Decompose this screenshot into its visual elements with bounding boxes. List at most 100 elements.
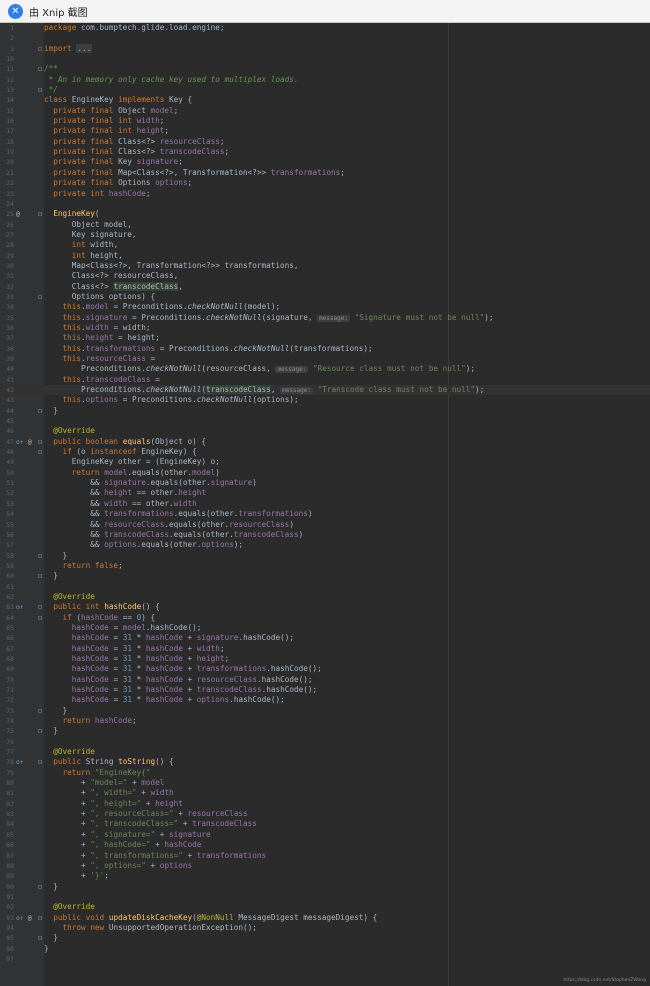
code-line[interactable]: 30 Map<Class<?>, Transformation<?>> tran… bbox=[0, 261, 650, 271]
code-text[interactable]: } bbox=[44, 882, 58, 892]
code-line[interactable]: 36 this.width = width; bbox=[0, 323, 650, 333]
code-text[interactable]: EngineKey( bbox=[44, 209, 99, 219]
code-text[interactable]: private final Class<?> transcodeClass; bbox=[44, 147, 229, 157]
code-text[interactable]: private final Object model; bbox=[44, 106, 178, 116]
code-line[interactable]: 74 return hashCode; bbox=[0, 716, 650, 726]
code-line[interactable]: 19 private final Class<?> transcodeClass… bbox=[0, 147, 650, 157]
code-line[interactable]: 40 Preconditions.checkNotNull(resourceCl… bbox=[0, 364, 650, 374]
code-line[interactable]: 25 @ EngineKey( bbox=[0, 209, 650, 219]
code-line[interactable]: 86 + ", hashCode=" + hashCode bbox=[0, 840, 650, 850]
code-line[interactable]: 87 + ", transformations=" + transformati… bbox=[0, 851, 650, 861]
code-line[interactable]: 11 /** bbox=[0, 64, 650, 74]
code-text[interactable]: Object model, bbox=[44, 220, 132, 230]
code-text[interactable]: EngineKey other = (EngineKey) o; bbox=[44, 457, 220, 467]
code-text[interactable]: + ", height=" + height bbox=[44, 799, 183, 809]
code-text[interactable]: hashCode = 31 * hashCode + transformatio… bbox=[44, 664, 322, 674]
code-line[interactable]: 15 private final Object model; bbox=[0, 106, 650, 116]
code-line[interactable]: 49 EngineKey other = (EngineKey) o; bbox=[0, 457, 650, 467]
code-text[interactable]: + ", width=" + width bbox=[44, 788, 174, 798]
code-text[interactable]: && resourceClass.equals(other.resourceCl… bbox=[44, 520, 294, 530]
annotation-icon[interactable]: @ bbox=[24, 438, 32, 446]
code-line[interactable]: 62 @Override bbox=[0, 592, 650, 602]
code-text[interactable]: this.width = width; bbox=[44, 323, 151, 333]
fold-toggle-icon[interactable] bbox=[38, 67, 42, 72]
code-text[interactable]: } bbox=[44, 551, 68, 561]
code-text[interactable]: private final int height; bbox=[44, 126, 169, 136]
fold-toggle-icon[interactable] bbox=[38, 450, 42, 455]
code-text[interactable]: public int hashCode() { bbox=[44, 602, 159, 612]
fold-toggle-icon[interactable] bbox=[38, 605, 42, 610]
code-line[interactable]: 92 @Override bbox=[0, 902, 650, 912]
code-text[interactable]: + ", hashCode=" + hashCode bbox=[44, 840, 201, 850]
code-text[interactable]: + ", transcodeClass=" + transcodeClass bbox=[44, 819, 257, 829]
code-line[interactable]: 63 o↑ public int hashCode() { bbox=[0, 602, 650, 612]
code-line[interactable]: 38 this.transformations = Preconditions.… bbox=[0, 344, 650, 354]
code-text[interactable]: + ", options=" + options bbox=[44, 861, 192, 871]
code-text[interactable]: + "model=" + model bbox=[44, 778, 164, 788]
code-line[interactable]: 1 package com.bumptech.glide.load.engine; bbox=[0, 23, 650, 33]
code-line[interactable]: 91 bbox=[0, 892, 650, 902]
code-text[interactable]: private final Map<Class<?>, Transformati… bbox=[44, 168, 345, 178]
code-line[interactable]: 55 && resourceClass.equals(other.resourc… bbox=[0, 520, 650, 530]
code-line[interactable]: 61 bbox=[0, 582, 650, 592]
code-line[interactable]: 53 && width == other.width bbox=[0, 499, 650, 509]
code-line[interactable]: 82 + ", height=" + height bbox=[0, 799, 650, 809]
code-line[interactable]: 14 class EngineKey implements Key { bbox=[0, 95, 650, 105]
code-line[interactable]: 69 hashCode = 31 * hashCode + transforma… bbox=[0, 664, 650, 674]
code-text[interactable]: } bbox=[44, 944, 49, 954]
code-line[interactable]: 72 hashCode = 31 * hashCode + options.ha… bbox=[0, 695, 650, 705]
code-line[interactable]: 80 + "model=" + model bbox=[0, 778, 650, 788]
code-text[interactable]: this.model = Preconditions.checkNotNull(… bbox=[44, 302, 281, 312]
code-text[interactable]: Class<?> resourceClass, bbox=[44, 271, 178, 281]
code-line[interactable]: 3 import ... bbox=[0, 43, 650, 54]
code-text[interactable]: public void updateDiskCacheKey(@NonNull … bbox=[44, 913, 377, 923]
fold-toggle-icon[interactable] bbox=[38, 553, 42, 558]
code-line[interactable]: 78 o↑ public String toString() { bbox=[0, 757, 650, 767]
code-line[interactable]: 97 bbox=[0, 954, 650, 964]
code-text[interactable]: if (o instanceof EngineKey) { bbox=[44, 447, 197, 457]
annotation-icon[interactable]: @ bbox=[24, 914, 32, 922]
code-line[interactable]: 54 && transformations.equals(other.trans… bbox=[0, 509, 650, 519]
code-text[interactable]: * An in memory only cache key used to mu… bbox=[44, 75, 299, 85]
code-line[interactable]: 21 private final Map<Class<?>, Transform… bbox=[0, 168, 650, 178]
code-line[interactable]: 48 if (o instanceof EngineKey) { bbox=[0, 447, 650, 457]
code-text[interactable]: @Override bbox=[44, 592, 95, 602]
fold-toggle-icon[interactable] bbox=[38, 708, 42, 713]
code-text[interactable]: return model.equals(other.model) bbox=[44, 468, 220, 478]
code-line[interactable]: 32 Class<?> transcodeClass, bbox=[0, 281, 650, 292]
code-text[interactable]: && height == other.height bbox=[44, 488, 206, 498]
code-line[interactable]: 73 } bbox=[0, 706, 650, 716]
fold-toggle-icon[interactable] bbox=[38, 884, 42, 889]
fold-toggle-icon[interactable] bbox=[38, 915, 42, 920]
code-line[interactable]: 46 @Override bbox=[0, 426, 650, 436]
code-line[interactable]: 26 Object model, bbox=[0, 220, 650, 230]
code-text[interactable]: this.resourceClass = bbox=[44, 354, 156, 364]
code-editor[interactable]: 1 package com.bumptech.glide.load.engine;… bbox=[0, 23, 650, 986]
fold-toggle-icon[interactable] bbox=[38, 212, 42, 217]
code-line[interactable]: 12 * An in memory only cache key used to… bbox=[0, 75, 650, 85]
code-line[interactable]: 39 this.resourceClass = bbox=[0, 354, 650, 364]
fold-toggle-icon[interactable] bbox=[38, 439, 42, 444]
code-line[interactable]: 33 Options options) { bbox=[0, 292, 650, 302]
code-line[interactable]: 75 } bbox=[0, 726, 650, 736]
code-text[interactable]: Map<Class<?>, Transformation<?>> transfo… bbox=[44, 261, 299, 271]
code-text[interactable]: import ... bbox=[44, 43, 93, 54]
code-text[interactable]: class EngineKey implements Key { bbox=[44, 95, 192, 105]
code-line[interactable]: 31 Class<?> resourceClass, bbox=[0, 271, 650, 281]
code-text[interactable]: @Override bbox=[44, 426, 95, 436]
code-line[interactable]: 27 Key signature, bbox=[0, 230, 650, 240]
code-line[interactable]: 57 && options.equals(other.options); bbox=[0, 540, 650, 550]
code-text[interactable]: return hashCode; bbox=[44, 716, 137, 726]
code-text[interactable]: package com.bumptech.glide.load.engine; bbox=[44, 23, 225, 33]
fold-toggle-icon[interactable] bbox=[38, 294, 42, 299]
code-text[interactable]: + ", transformations=" + transformations bbox=[44, 851, 266, 861]
code-text[interactable]: Options options) { bbox=[44, 292, 155, 302]
override-method-icon[interactable]: o↑ bbox=[16, 914, 24, 922]
code-line[interactable]: 52 && height == other.height bbox=[0, 488, 650, 498]
code-line[interactable]: 2 bbox=[0, 33, 650, 43]
code-text[interactable]: hashCode = 31 * hashCode + signature.has… bbox=[44, 633, 294, 643]
code-line[interactable]: 83 + ", resourceClass=" + resourceClass bbox=[0, 809, 650, 819]
code-text[interactable]: && options.equals(other.options); bbox=[44, 540, 243, 550]
code-line[interactable]: 16 private final int width; bbox=[0, 116, 650, 126]
code-text[interactable]: && transcodeClass.equals(other.transcode… bbox=[44, 530, 303, 540]
